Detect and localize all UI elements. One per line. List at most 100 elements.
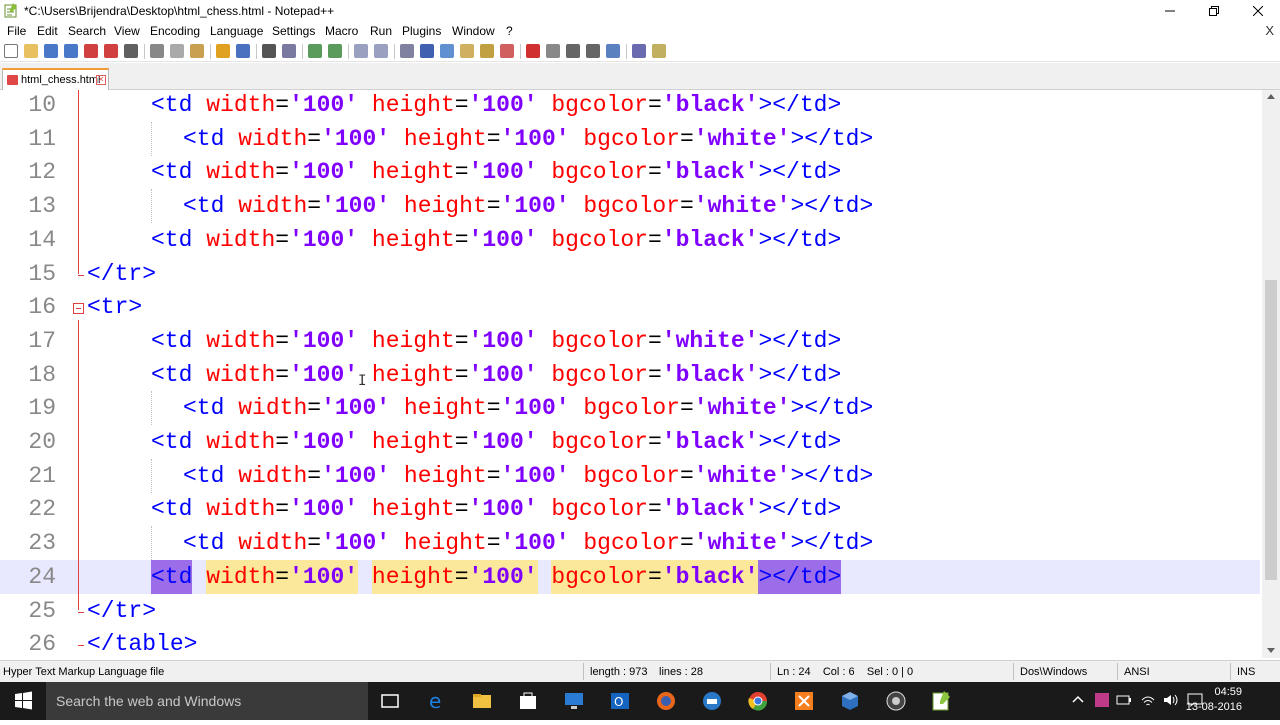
paste-icon[interactable] bbox=[190, 44, 204, 58]
code-editor[interactable]: 10 <td width='100' height='100' bgcolor='… bbox=[0, 90, 1280, 658]
xampp-icon[interactable] bbox=[793, 690, 815, 712]
replace-icon[interactable] bbox=[282, 44, 296, 58]
code-token: = bbox=[275, 429, 290, 455]
run-macro-multiple-icon[interactable] bbox=[586, 44, 600, 58]
save-icon[interactable] bbox=[44, 44, 58, 58]
menu-encoding[interactable]: Encoding bbox=[150, 24, 200, 38]
zoom-in-icon[interactable] bbox=[308, 44, 322, 58]
tab-close-icon[interactable]: ✕ bbox=[96, 75, 106, 85]
user-defined-language-icon[interactable] bbox=[460, 44, 474, 58]
code-line[interactable]: 23 <td width='100' height='100' bgcolor='… bbox=[0, 526, 1260, 561]
open-file-icon[interactable] bbox=[24, 44, 38, 58]
code-line[interactable]: 21 <td width='100' height='100' bgcolor='… bbox=[0, 458, 1260, 493]
new-file-icon[interactable] bbox=[4, 44, 18, 58]
outlook-icon[interactable]: O bbox=[609, 690, 631, 712]
menu-window[interactable]: Window bbox=[452, 24, 495, 38]
code-line[interactable]: 26 </table> bbox=[0, 627, 1260, 658]
code-line[interactable]: 20 <td width='100' height='100' bgcolor='… bbox=[0, 425, 1260, 459]
code-line[interactable]: 15 </tr> bbox=[0, 257, 1260, 291]
remote-desktop-icon[interactable] bbox=[563, 690, 585, 712]
task-view-icon[interactable] bbox=[379, 690, 401, 712]
vertical-scrollbar[interactable] bbox=[1262, 90, 1280, 658]
redo-icon[interactable] bbox=[236, 44, 250, 58]
sync-horizontal-icon[interactable] bbox=[374, 44, 388, 58]
code-line[interactable]: 14 <td width='100' height='100' bgcolor='… bbox=[0, 223, 1260, 257]
menu-edit[interactable]: Edit bbox=[37, 24, 58, 38]
spell-check-icon[interactable] bbox=[632, 44, 646, 58]
taskbar-clock-date[interactable]: 13-08-2016 bbox=[1186, 701, 1242, 713]
record-macro-icon[interactable] bbox=[526, 44, 540, 58]
tab-html-chess[interactable]: html_chess.html ✕ bbox=[2, 68, 109, 90]
indent-guide-icon[interactable] bbox=[440, 44, 454, 58]
code-line[interactable]: 10 <td width='100' height='100' bgcolor='… bbox=[0, 90, 1260, 122]
code-line[interactable]: 13 <td width='100' height='100' bgcolor='… bbox=[0, 189, 1260, 224]
minimize-button[interactable] bbox=[1148, 0, 1192, 22]
code-line[interactable]: 16 <tr> bbox=[0, 290, 1260, 324]
height-attribute: height='100' bbox=[404, 122, 570, 156]
line-number: 25 bbox=[28, 597, 56, 624]
close-file-icon[interactable] bbox=[84, 44, 98, 58]
menu-view[interactable]: View bbox=[114, 24, 140, 38]
copy-icon[interactable] bbox=[170, 44, 184, 58]
close-all-icon[interactable] bbox=[104, 44, 118, 58]
restore-button[interactable] bbox=[1192, 0, 1236, 22]
fold-collapse-icon[interactable] bbox=[73, 303, 84, 315]
code-line[interactable]: 19 <td width='100' height='100' bgcolor='… bbox=[0, 391, 1260, 426]
playback-macro-icon[interactable] bbox=[566, 44, 580, 58]
save-all-icon[interactable] bbox=[64, 44, 78, 58]
menu-macro[interactable]: Macro bbox=[325, 24, 358, 38]
close-document-button[interactable]: X bbox=[1265, 23, 1274, 38]
firefox-icon[interactable] bbox=[655, 690, 677, 712]
menu-plugins[interactable]: Plugins bbox=[402, 24, 441, 38]
show-hidden-icons-chevron-icon[interactable] bbox=[1072, 694, 1084, 706]
wifi-icon[interactable] bbox=[1140, 692, 1156, 708]
close-window-button[interactable] bbox=[1236, 0, 1280, 22]
taskbar-clock-time[interactable]: 04:59 bbox=[1214, 686, 1242, 698]
menu-settings[interactable]: Settings bbox=[272, 24, 315, 38]
scroll-up-arrow-icon[interactable] bbox=[1267, 94, 1275, 99]
code-token: ' bbox=[776, 125, 791, 152]
current-code-line[interactable]: 24 <td width='100' height='100' bgcolor='… bbox=[0, 559, 1260, 594]
store-icon[interactable] bbox=[517, 690, 539, 712]
width-attribute: width='100' bbox=[206, 90, 358, 122]
tray-app-icon[interactable] bbox=[1094, 692, 1110, 708]
print-icon[interactable] bbox=[124, 44, 138, 58]
notepadpp-taskbar-icon[interactable] bbox=[930, 690, 952, 712]
taskbar-search-box[interactable]: Search the web and Windows bbox=[46, 682, 368, 720]
document-map-icon[interactable] bbox=[480, 44, 494, 58]
code-line[interactable]: 25 </tr> bbox=[0, 594, 1260, 628]
code-token: bgcolor bbox=[583, 193, 680, 220]
scroll-down-arrow-icon[interactable] bbox=[1267, 648, 1275, 653]
menu-file[interactable]: File bbox=[7, 24, 26, 38]
stop-recording-icon[interactable] bbox=[546, 44, 560, 58]
menu-language[interactable]: Language bbox=[210, 24, 263, 38]
undo-icon[interactable] bbox=[216, 44, 230, 58]
code-line[interactable]: 18 <td width='100' height='100' bgcolor='… bbox=[0, 358, 1260, 392]
word-wrap-icon[interactable] bbox=[400, 44, 414, 58]
menu-search[interactable]: Search bbox=[68, 24, 106, 38]
plugin-icon[interactable] bbox=[652, 44, 666, 58]
show-all-characters-icon[interactable] bbox=[420, 44, 434, 58]
chrome-icon[interactable] bbox=[747, 690, 769, 712]
power-battery-icon[interactable] bbox=[1116, 693, 1132, 707]
find-icon[interactable] bbox=[262, 44, 276, 58]
code-line[interactable]: 11 <td width='100' height='100' bgcolor='… bbox=[0, 121, 1260, 156]
menu-run[interactable]: Run bbox=[370, 24, 392, 38]
save-macro-icon[interactable] bbox=[606, 44, 620, 58]
sync-vertical-icon[interactable] bbox=[354, 44, 368, 58]
virtualbox-icon[interactable] bbox=[839, 690, 861, 712]
function-list-icon[interactable] bbox=[500, 44, 514, 58]
menu-help[interactable]: ? bbox=[506, 24, 513, 38]
file-explorer-icon[interactable] bbox=[471, 690, 493, 712]
code-line[interactable]: 17 <td width='100' height='100' bgcolor='… bbox=[0, 324, 1260, 358]
volume-icon[interactable] bbox=[1162, 692, 1180, 708]
edge-browser-icon[interactable]: e bbox=[426, 690, 448, 712]
zoom-out-icon[interactable] bbox=[328, 44, 342, 58]
cut-icon[interactable] bbox=[150, 44, 164, 58]
start-button[interactable] bbox=[0, 682, 46, 720]
camera-app-icon[interactable] bbox=[885, 690, 907, 712]
network-app-icon[interactable] bbox=[701, 690, 723, 712]
code-line[interactable]: 22 <td width='100' height='100' bgcolor='… bbox=[0, 492, 1260, 526]
code-line[interactable]: 12 <td width='100' height='100' bgcolor='… bbox=[0, 155, 1260, 189]
scrollbar-thumb[interactable] bbox=[1265, 280, 1277, 580]
